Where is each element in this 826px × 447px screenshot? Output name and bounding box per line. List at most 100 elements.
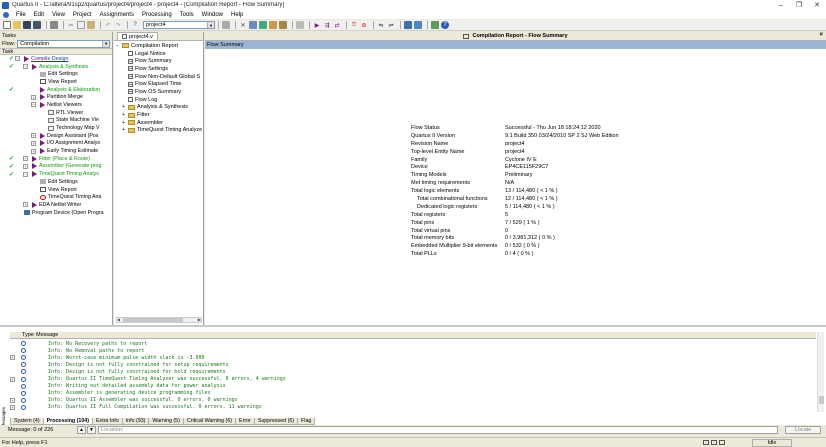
message-row[interactable]: + Info: Quartus II TimeQuest Timing Analy…: [10, 375, 816, 382]
summary-row[interactable]: Revision Name project4: [411, 141, 625, 149]
next-message-icon[interactable]: ▼: [87, 426, 96, 434]
summary-row[interactable]: Total pins 7 / 529 ( 1 % ): [411, 220, 625, 228]
design-partition-icon[interactable]: [269, 21, 277, 29]
flow-select[interactable]: Compilation ▼: [17, 39, 111, 48]
message-tab[interactable]: Error: [235, 418, 255, 425]
report-tree-item[interactable]: + Fitter: [114, 111, 203, 119]
close-button[interactable]: ✕: [808, 0, 826, 10]
task-column-header[interactable]: Task: [0, 48, 112, 55]
save-icon[interactable]: [23, 21, 31, 29]
report-tree-item[interactable]: + Assembler: [114, 119, 203, 127]
task-item[interactable]: + Design Assistant (Pos: [0, 132, 112, 140]
task-item[interactable]: − Netlist Viewers: [0, 101, 112, 109]
stop-icon[interactable]: ⊘: [360, 21, 368, 29]
message-row[interactable]: Info: Assembler is generating device pro…: [10, 390, 816, 397]
expand-icon[interactable]: +: [10, 397, 15, 403]
timing-icon[interactable]: ⏱: [350, 21, 358, 29]
task-item[interactable]: ✓ − TimeQuest Timing Analys: [0, 170, 112, 178]
location-field[interactable]: Location:: [98, 426, 778, 434]
summary-row[interactable]: Dedicated logic registers 5 / 114,480 ( <…: [411, 204, 625, 212]
type-column-header[interactable]: Type: [10, 332, 36, 338]
task-item[interactable]: ✓ + Assembler (Generate prog: [0, 163, 112, 171]
redo-icon[interactable]: ↷: [114, 21, 122, 29]
menu-project[interactable]: Project: [69, 12, 96, 18]
menu-window[interactable]: Window: [198, 12, 227, 18]
restore-button[interactable]: ❐: [790, 0, 808, 10]
new-file-icon[interactable]: [3, 21, 11, 29]
message-tab[interactable]: Processing (104): [42, 418, 94, 425]
summary-row[interactable]: Total logic elements 13 / 114,480 ( < 1 %…: [411, 188, 625, 196]
paste-icon[interactable]: [87, 21, 95, 29]
rtl-viewer-icon[interactable]: ⇋: [377, 21, 385, 29]
message-tab[interactable]: Extra Info: [92, 418, 123, 425]
message-tab[interactable]: Suppressed (6): [253, 418, 299, 425]
task-item[interactable]: ✓ − Analysis & Synthesis: [0, 63, 112, 71]
menu-assignments[interactable]: Assignments: [96, 12, 138, 18]
report-tree-item[interactable]: Legal Notice: [114, 50, 203, 58]
expand-icon[interactable]: +: [10, 404, 15, 410]
task-item[interactable]: + Early Timing Estimate: [0, 147, 112, 155]
message-tab[interactable]: System (4): [10, 418, 44, 425]
report-tree-item[interactable]: Flow Elapsed Time: [114, 80, 203, 88]
scroll-left-icon[interactable]: ◀: [117, 317, 120, 322]
message-row[interactable]: Info: Writing out detailed assembly data…: [10, 383, 816, 390]
minimize-button[interactable]: –: [772, 0, 790, 10]
summary-row[interactable]: Timing Models Preliminary: [411, 172, 625, 180]
summary-row[interactable]: Quartus II Version 9.1 Build 350 03/24/20…: [411, 133, 625, 141]
task-item[interactable]: TimeQuest Timing Ana: [0, 193, 112, 201]
menu-file[interactable]: File: [12, 12, 30, 18]
task-item[interactable]: State Machine Vie: [0, 117, 112, 125]
task-item[interactable]: ✓ Analysis & Elaboration: [0, 86, 112, 94]
context-help-icon[interactable]: ?: [131, 21, 139, 29]
report-tree-item[interactable]: Flow Log: [114, 96, 203, 104]
expand-icon[interactable]: +: [31, 148, 36, 154]
message-tab[interactable]: Info (93): [121, 418, 150, 425]
message-column-header[interactable]: Message: [36, 332, 58, 338]
assignment-editor-icon[interactable]: [259, 21, 267, 29]
save-all-icon[interactable]: [33, 21, 41, 29]
expand-icon[interactable]: +: [23, 202, 28, 208]
start-compilation-icon[interactable]: ▶: [313, 21, 321, 29]
system-menu-icon[interactable]: [3, 11, 9, 18]
message-row[interactable]: Info: No Recovery paths to report: [10, 340, 816, 347]
summary-row[interactable]: Top-level Entity Name project4: [411, 149, 625, 157]
task-item[interactable]: RTL Viewer: [0, 109, 112, 117]
tab-project4-v[interactable]: project4.v: [117, 32, 158, 40]
technology-map-icon[interactable]: ⇌: [387, 21, 395, 29]
message-tab[interactable]: Warning (5): [148, 418, 184, 425]
task-item[interactable]: View Report: [0, 78, 112, 86]
analysis-elaboration-icon[interactable]: ⇄: [333, 21, 341, 29]
summary-row[interactable]: Total registers 5: [411, 212, 625, 220]
expand-icon[interactable]: +: [10, 376, 15, 382]
expand-icon[interactable]: +: [10, 355, 15, 361]
copy-icon[interactable]: [77, 21, 85, 29]
pin-planner-icon[interactable]: ✕: [239, 21, 247, 29]
task-item[interactable]: View Report: [0, 186, 112, 194]
previous-message-icon[interactable]: ▲: [77, 426, 86, 434]
report-tree-item[interactable]: + Analysis & Synthesis: [114, 104, 203, 112]
summary-row[interactable]: Total memory bits 0 / 3,981,312 ( 0 % ): [411, 235, 625, 243]
expand-icon[interactable]: +: [23, 163, 28, 169]
cut-icon[interactable]: ✂: [67, 21, 75, 29]
megawizard-icon[interactable]: [431, 21, 439, 29]
timing-analyzer-icon[interactable]: [279, 21, 287, 29]
print-icon[interactable]: [50, 21, 58, 29]
message-row[interactable]: Info: No Removal paths to report: [10, 347, 816, 354]
task-item[interactable]: Technology Map V: [0, 124, 112, 132]
entity-combo[interactable]: project4 ▼: [143, 21, 215, 29]
report-tree-item[interactable]: Flow Summary: [114, 57, 203, 65]
summary-row[interactable]: Family Cyclone IV E: [411, 157, 625, 165]
expand-icon[interactable]: +: [23, 156, 28, 162]
chevron-down-icon[interactable]: ▼: [207, 22, 214, 28]
collapse-icon[interactable]: −: [15, 56, 20, 62]
message-row[interactable]: + Info: Worst-case minimum pulse width sl…: [10, 354, 816, 361]
report-tree-item[interactable]: + TimeQuest Timing Analyze: [114, 127, 203, 135]
message-row[interactable]: Info: Design is not fully constrained fo…: [10, 361, 816, 368]
scroll-right-icon[interactable]: ▶: [198, 317, 201, 322]
task-item[interactable]: ✓ + Fitter (Place & Route): [0, 155, 112, 163]
message-row[interactable]: Info: Design is not fully constrained fo…: [10, 368, 816, 375]
message-row[interactable]: + Info: Quartus II Full Compilation was s…: [10, 404, 816, 411]
message-row[interactable]: + Info: Quartus II Assembler was successf…: [10, 397, 816, 404]
task-item[interactable]: + EDA Netlist Writer: [0, 201, 112, 209]
message-tab[interactable]: Flag: [297, 418, 316, 425]
